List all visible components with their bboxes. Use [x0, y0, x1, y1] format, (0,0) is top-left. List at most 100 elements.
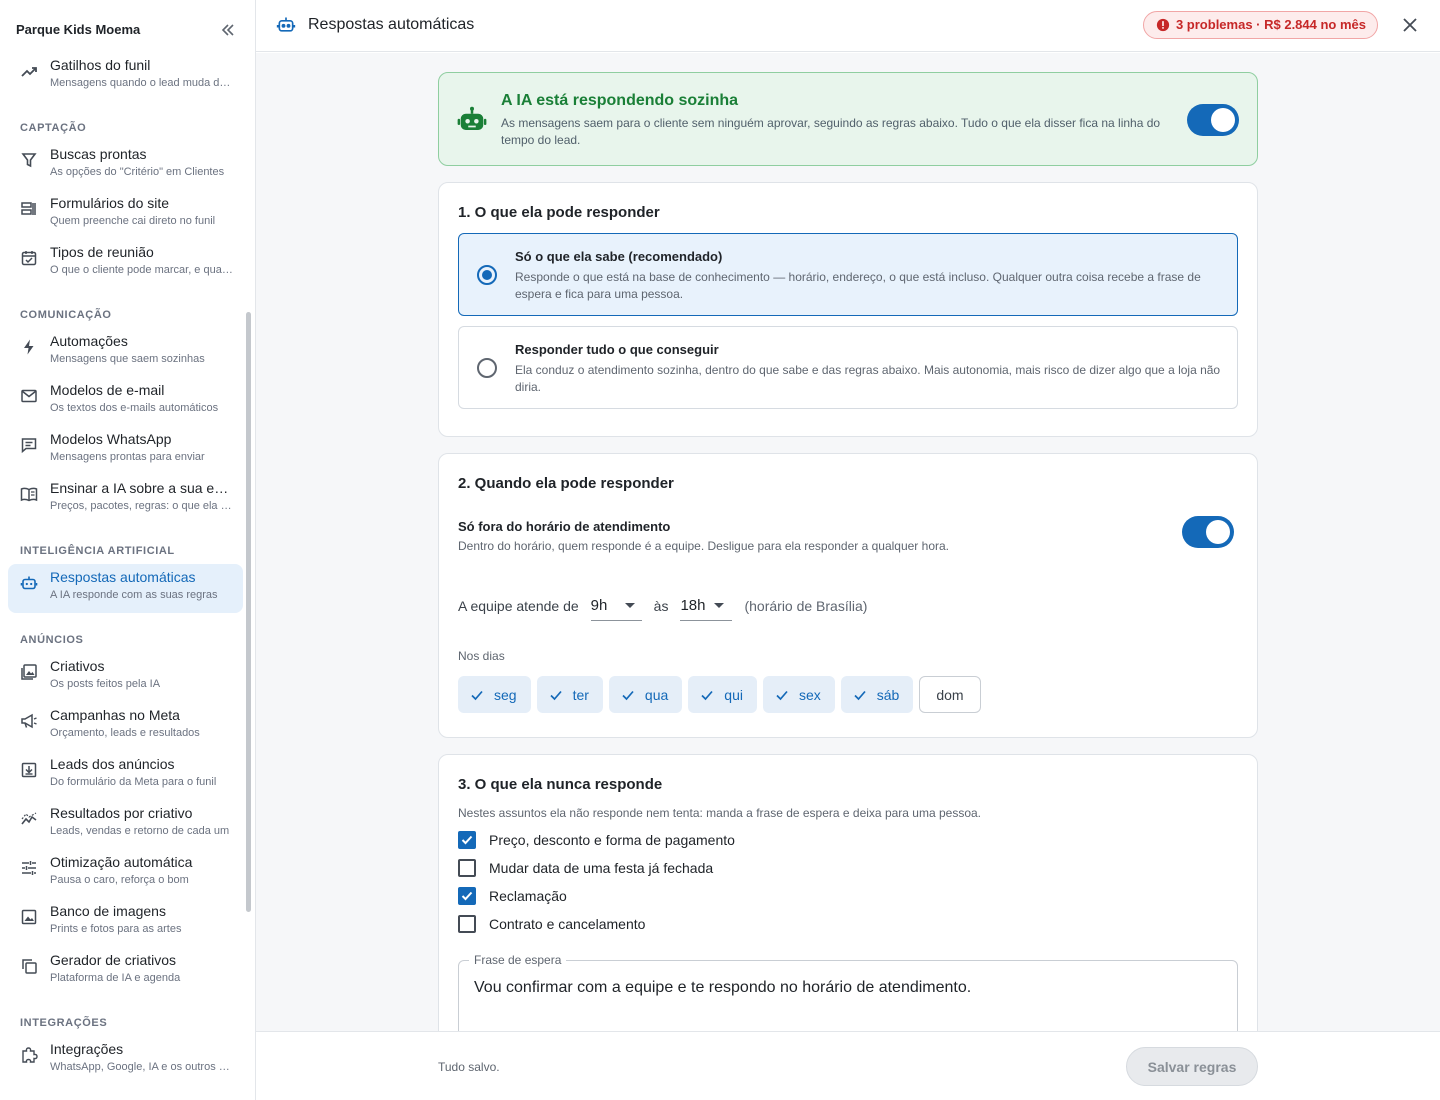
check-icon [701, 690, 713, 700]
save-rules-button[interactable]: Salvar regras [1126, 1047, 1258, 1086]
day-chip-dom[interactable]: dom [919, 676, 981, 713]
close-icon[interactable] [1400, 15, 1420, 35]
after-hours-text: Só fora do horário de atendimento Dentro… [458, 516, 949, 555]
main-content: A IA está respondendo sozinha As mensage… [256, 53, 1440, 1031]
after-hours-toggle[interactable] [1182, 516, 1234, 548]
sidebar-item-gatilhos-do-funil[interactable]: Gatilhos do funil Mensagens quando o lead… [8, 52, 243, 101]
form-icon [21, 202, 36, 215]
banner-title: A IA está respondendo sozinha [501, 92, 739, 109]
sidebar-item-criativos[interactable]: Criativos Os posts feitos pela IA [8, 653, 243, 702]
after-hours-description: Dentro do horário, quem responde é a equ… [458, 539, 949, 553]
chevron-down-icon [713, 603, 724, 608]
sidebar-item-automacoes[interactable]: Automações Mensagens que saem sozinhas [8, 328, 243, 377]
sidebar-item-tipos-de-reuniao[interactable]: Tipos de reunião O que o cliente pode mar… [8, 239, 243, 288]
weekday-chips: seg ter qua qui sex sáb dom [458, 676, 1238, 737]
sidebar-item-resultados-por-criativo[interactable]: Resultados por criativo Leads, vendas e r… [8, 800, 243, 849]
end-hour-select[interactable]: 18h [680, 591, 733, 621]
radio-button[interactable] [477, 265, 497, 285]
sidebar-item-gerador-de-criativos[interactable]: Gerador de criativos Plataforma de IA e a… [8, 947, 243, 996]
problems-badge[interactable]: 3 problemas · R$ 2.844 no mês [1142, 10, 1378, 39]
day-label: ter [572, 686, 589, 703]
sidebar-item-text: Resultados por criativo Leads, vendas e r… [50, 804, 235, 839]
radio-button[interactable] [477, 358, 497, 378]
answer-mode-option[interactable]: Responder tudo o que conseguir Ela conduz… [458, 326, 1238, 409]
card-title: 2. Quando ela pode responder [458, 475, 674, 492]
sidebar-item-label: Campanhas no Meta [50, 707, 180, 723]
sidebar-item-otimizacao-automatica[interactable]: Otimização automática Pausa o caro, refor… [8, 849, 243, 898]
answer-mode-option[interactable]: Só o que ela sabe (recomendado) Responde … [458, 233, 1238, 316]
check-icon [776, 690, 788, 700]
after-hours-row: Só fora do horário de atendimento Dentro… [458, 516, 1238, 555]
sidebar-section-title: INTEGRAÇÕES [20, 1017, 108, 1029]
sidebar-item-ensinar-a-ia-sobre-a-sua-empresa[interactable]: Ensinar a IA sobre a sua empresa Preços, … [8, 475, 243, 524]
sidebar-item-leads-dos-anuncios[interactable]: Leads dos anúncios Do formulário da Meta … [8, 751, 243, 800]
sidebar-item-subtitle: Quem preenche cai direto no funil [50, 215, 216, 227]
hold-message-label: Frase de espera [469, 953, 567, 967]
check-icon [461, 835, 473, 845]
checkbox[interactable] [458, 887, 476, 905]
sidebar-item-subtitle: Mensagens prontas para enviar [50, 451, 205, 463]
filter-icon [21, 153, 37, 168]
option-title: Responder tudo o que conseguir [515, 342, 719, 357]
forbidden-topic-item[interactable]: Reclamação [458, 882, 1238, 910]
sidebar-item-subtitle: Plataforma de IA e agenda [50, 972, 181, 984]
bolt-icon [24, 339, 34, 355]
hold-message-input[interactable]: Vou confirmar com a equipe e te respondo… [474, 979, 1222, 997]
forbidden-topic-item[interactable]: Preço, desconto e forma de pagamento [458, 826, 1238, 854]
sidebar-scrollbar[interactable] [246, 312, 251, 912]
page-title: Respostas automáticas [308, 15, 475, 33]
sidebar-item-text: Gatilhos do funil Mensagens quando o lead… [50, 56, 235, 91]
checkbox[interactable] [458, 915, 476, 933]
sidebar-item-text: Tipos de reunião O que o cliente pode mar… [50, 243, 235, 278]
collapse-sidebar-button[interactable] [217, 19, 239, 41]
sidebar-item-campanhas-no-meta[interactable]: Campanhas no Meta Orçamento, leads e resu… [8, 702, 243, 751]
checkbox[interactable] [458, 859, 476, 877]
book-icon [20, 487, 38, 502]
sidebar-item-buscas-prontas[interactable]: Buscas prontas As opções do "Critério" em… [8, 141, 243, 190]
robot-icon [457, 106, 487, 130]
day-chip-sáb[interactable]: sáb [840, 676, 914, 713]
card-description: Nestes assuntos ela não responde nem ten… [458, 806, 981, 820]
start-hour-select[interactable]: 9h [590, 591, 642, 621]
sidebar-item-label: Criativos [50, 658, 105, 674]
start-hour-value: 9h [590, 597, 608, 614]
robot-icon [20, 576, 38, 590]
sidebar-section-title: COMUNICAÇÃO [20, 309, 112, 321]
day-chip-seg[interactable]: seg [458, 676, 531, 713]
sidebar-section-title: CAPTAÇÃO [20, 122, 87, 134]
forbidden-topic-item[interactable]: Mudar data de uma festa já fechada [458, 854, 1238, 882]
sidebar-item-label: Formulários do site [50, 195, 170, 211]
sidebar-item-formularios-do-site[interactable]: Formulários do site Quem preenche cai dir… [8, 190, 243, 239]
day-chip-qua[interactable]: qua [608, 676, 683, 713]
sidebar-item-text: Otimização automática Pausa o caro, refor… [50, 853, 235, 888]
day-chip-ter[interactable]: ter [536, 676, 603, 713]
sidebar-item-label: Integrações [50, 1041, 124, 1057]
sidebar-item-label: Leads dos anúncios [50, 756, 175, 772]
copy-icon [22, 959, 37, 974]
sidebar-item-modelos-de-e-mail[interactable]: Modelos de e-mail Os textos dos e-mails a… [8, 377, 243, 426]
day-label: qua [644, 686, 669, 703]
end-hour-value: 18h [680, 597, 706, 614]
day-chip-qui[interactable]: qui [688, 676, 757, 713]
sidebar-item-integracoes[interactable]: Integrações WhatsApp, Google, IA e os out… [8, 1036, 243, 1085]
sidebar-item-label: Banco de imagens [50, 903, 166, 919]
sidebar-item-text: Formulários do site Quem preenche cai dir… [50, 194, 235, 229]
sidebar-item-text: Leads dos anúncios Do formulário da Meta … [50, 755, 235, 790]
ai-status-banner: A IA está respondendo sozinha As mensage… [438, 72, 1258, 166]
option-description: Responde o que está na base de conhecime… [515, 270, 1201, 301]
sidebar-item-modelos-whatsapp[interactable]: Modelos WhatsApp Mensagens prontas para e… [8, 426, 243, 475]
timezone-note: (horário de Brasília) [744, 598, 868, 614]
hold-message-field[interactable]: Frase de espera Vou confirmar com a equi… [458, 953, 1238, 1031]
day-label: dom [936, 686, 964, 703]
sidebar-item-subtitle: O que o cliente pode marcar, e quando [50, 264, 235, 276]
sidebar-item-subtitle: WhatsApp, Google, IA e os outros serviço… [50, 1061, 235, 1073]
sidebar-item-respostas-automaticas[interactable]: Respostas automáticas A IA responde com a… [8, 564, 243, 613]
sidebar-section-title: ANÚNCIOS [20, 634, 84, 646]
forbidden-topic-item[interactable]: Contrato e cancelamento [458, 910, 1238, 938]
day-chip-sex[interactable]: sex [762, 676, 835, 713]
banner-text: A IA está respondendo sozinha As mensage… [501, 91, 1187, 149]
sidebar-item-banco-de-imagens[interactable]: Banco de imagens Prints e fotos para as a… [8, 898, 243, 947]
ai-enabled-toggle[interactable] [1187, 104, 1239, 136]
checkbox[interactable] [458, 831, 476, 849]
puzzle-icon [22, 1047, 38, 1063]
